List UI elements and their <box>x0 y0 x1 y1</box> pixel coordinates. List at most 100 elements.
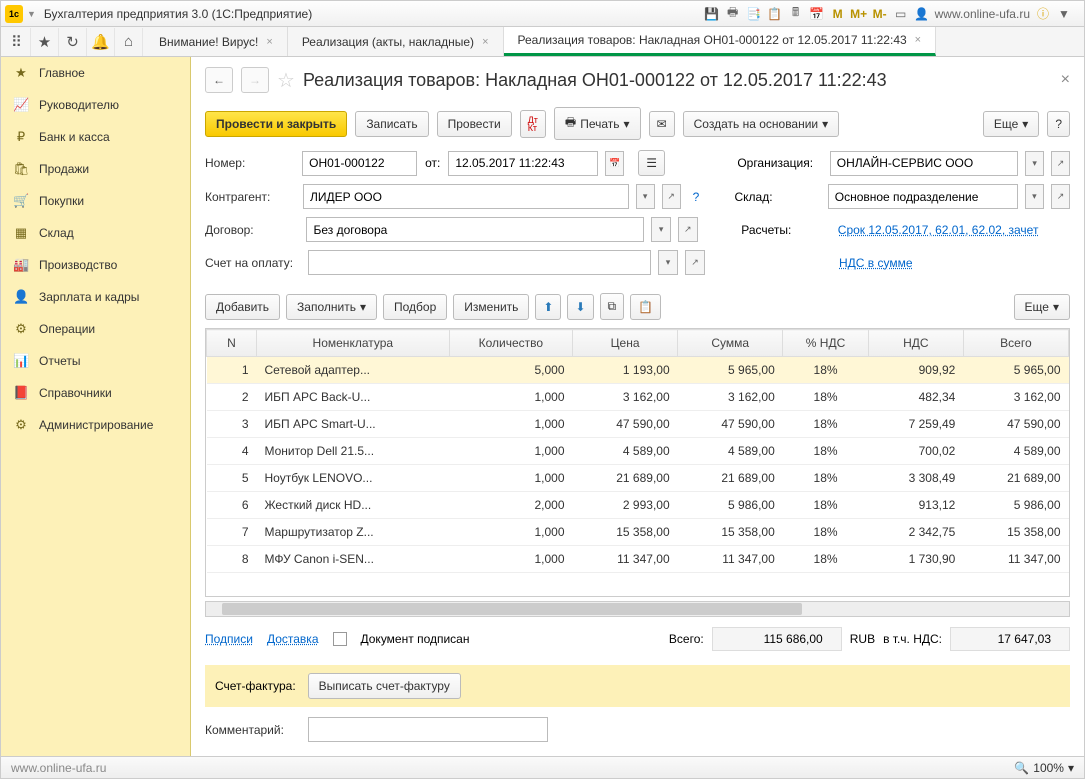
move-down-icon[interactable]: ⬇ <box>567 294 593 320</box>
sidebar-item-3[interactable]: 🛍Продажи <box>1 153 190 185</box>
deliv-link[interactable]: Доставка <box>267 632 319 646</box>
post-button[interactable]: Провести <box>437 111 512 137</box>
inv-field[interactable] <box>308 250 651 275</box>
close-tab-icon[interactable]: × <box>266 36 272 48</box>
calc-link[interactable]: Срок 12.05.2017, 62.01, 62.02, зачет <box>838 223 1070 237</box>
table-row[interactable]: 8МФУ Canon i-SEN...1,00011 347,00 11 347… <box>207 546 1069 573</box>
commit-close-button[interactable]: Провести и закрыть <box>205 111 347 137</box>
calendar-icon[interactable]: 📅 <box>809 6 825 22</box>
dropdown-icon[interactable]: ▼ <box>27 9 36 19</box>
zoom-dd-icon[interactable]: ▾ <box>1068 761 1074 775</box>
print-button[interactable]: 🖶 Печать ▾ <box>554 107 641 140</box>
dtkt-button[interactable]: ДтКт <box>520 110 546 138</box>
compare-icon[interactable]: 📑 <box>746 6 762 22</box>
signed-checkbox[interactable] <box>333 632 347 646</box>
sidebar-item-11[interactable]: ⚙Администрирование <box>1 409 190 441</box>
print-icon[interactable]: 🖶 <box>725 6 741 22</box>
paste-icon[interactable]: 📋 <box>630 294 661 320</box>
close-tab-icon[interactable]: × <box>482 36 488 48</box>
contr-open-icon[interactable]: ↗ <box>662 184 681 209</box>
m-plus-icon[interactable]: M+ <box>851 6 867 22</box>
tbl-more-button[interactable]: Еще ▾ <box>1014 294 1070 320</box>
apps-icon[interactable]: ⠿ <box>3 28 31 56</box>
sidebar-item-2[interactable]: ₽Банк и касса <box>1 121 190 153</box>
sidebar-item-7[interactable]: 👤Зарплата и кадры <box>1 281 190 313</box>
sidebar-item-1[interactable]: 📈Руководителю <box>1 89 190 121</box>
move-up-icon[interactable]: ⬆ <box>535 294 561 320</box>
contr-help-icon[interactable]: ? <box>693 190 700 204</box>
add-button[interactable]: Добавить <box>205 294 280 320</box>
date-field[interactable] <box>448 151 598 176</box>
inv-dd-icon[interactable]: ▾ <box>658 250 678 275</box>
edit-button[interactable]: Изменить <box>453 294 529 320</box>
whs-open-icon[interactable]: ↗ <box>1051 184 1070 209</box>
col-header[interactable]: НДС <box>868 330 963 357</box>
col-header[interactable]: % НДС <box>783 330 869 357</box>
back-button[interactable]: ← <box>205 67 233 93</box>
tab-2[interactable]: Реализация товаров: Накладная ОН01-00012… <box>504 27 937 56</box>
col-header[interactable]: Сумма <box>678 330 783 357</box>
table-row[interactable]: 2ИБП APC Back-U...1,0003 162,00 3 162,00… <box>207 384 1069 411</box>
help-button[interactable]: ? <box>1047 111 1070 137</box>
sidebar-item-10[interactable]: 📕Справочники <box>1 377 190 409</box>
table-row[interactable]: 6Жесткий диск HD...2,0002 993,00 5 986,0… <box>207 492 1069 519</box>
favorite-icon[interactable]: ☆ <box>277 68 295 93</box>
contr-field[interactable] <box>303 184 629 209</box>
home-icon[interactable]: ⌂ <box>115 28 143 56</box>
table-row[interactable]: 7Маршрутизатор Z...1,00015 358,00 15 358… <box>207 519 1069 546</box>
comment-field[interactable] <box>308 717 548 742</box>
clipboard-icon[interactable]: 📋 <box>767 6 783 22</box>
create-based-button[interactable]: Создать на основании ▾ <box>683 111 840 137</box>
items-grid[interactable]: NНоменклатураКоличествоЦенаСумма% НДСНДС… <box>205 328 1070 597</box>
forward-button[interactable]: → <box>241 67 269 93</box>
org-dd-icon[interactable]: ▾ <box>1025 151 1044 176</box>
panel-icon[interactable]: ▭ <box>893 6 909 22</box>
close-doc-icon[interactable]: × <box>1061 71 1070 89</box>
save-button[interactable]: Записать <box>355 111 428 137</box>
history-icon[interactable]: ↻ <box>59 28 87 56</box>
inv-open-icon[interactable]: ↗ <box>685 250 705 275</box>
pick-button[interactable]: Подбор <box>383 294 447 320</box>
sign-link[interactable]: Подписи <box>205 632 253 646</box>
sf-button[interactable]: Выписать счет-фактуру <box>308 673 461 699</box>
table-row[interactable]: 3ИБП APC Smart-U...1,00047 590,00 47 590… <box>207 411 1069 438</box>
m-minus-icon[interactable]: M- <box>872 6 888 22</box>
bell-icon[interactable]: 🔔 <box>87 28 115 56</box>
copy-icon[interactable]: ⧉ <box>600 293 625 320</box>
whs-field[interactable] <box>828 184 1018 209</box>
num-field[interactable] <box>302 151 417 176</box>
tab-0[interactable]: Внимание! Вирус!× <box>145 27 288 56</box>
whs-dd-icon[interactable]: ▾ <box>1025 184 1044 209</box>
org-field[interactable] <box>830 151 1018 176</box>
form-mode-icon[interactable]: ☰ <box>638 150 665 176</box>
sidebar-item-9[interactable]: 📊Отчеты <box>1 345 190 377</box>
calendar-picker-icon[interactable]: 📅 <box>605 151 624 176</box>
tab-1[interactable]: Реализация (акты, накладные)× <box>288 27 504 56</box>
mail-button[interactable]: ✉ <box>649 111 675 137</box>
info-dd-icon[interactable]: ▼ <box>1056 6 1072 22</box>
calc-icon[interactable]: 🖩 <box>788 6 804 22</box>
vat-link[interactable]: НДС в сумме <box>839 256 913 270</box>
sidebar-item-0[interactable]: ★Главное <box>1 57 190 89</box>
col-header[interactable]: Номенклатура <box>257 330 450 357</box>
sidebar-item-8[interactable]: ⚙Операции <box>1 313 190 345</box>
sidebar-item-5[interactable]: ▦Склад <box>1 217 190 249</box>
star-icon[interactable]: ★ <box>31 28 59 56</box>
table-row[interactable]: 5Ноутбук LENOVO...1,00021 689,00 21 689,… <box>207 465 1069 492</box>
dog-field[interactable] <box>306 217 644 242</box>
hscrollbar[interactable] <box>205 601 1070 617</box>
save-icon[interactable]: 💾 <box>704 6 720 22</box>
zoom-icon[interactable]: 🔍 <box>1014 761 1029 775</box>
contr-dd-icon[interactable]: ▾ <box>636 184 655 209</box>
sidebar-item-4[interactable]: 🛒Покупки <box>1 185 190 217</box>
col-header[interactable]: N <box>207 330 257 357</box>
m-plain-icon[interactable]: M <box>830 6 846 22</box>
fill-button[interactable]: Заполнить ▾ <box>286 294 377 320</box>
close-tab-icon[interactable]: × <box>915 34 921 46</box>
org-open-icon[interactable]: ↗ <box>1051 151 1070 176</box>
table-row[interactable]: 4Монитор Dell 21.5...1,0004 589,00 4 589… <box>207 438 1069 465</box>
col-header[interactable]: Цена <box>573 330 678 357</box>
info-icon[interactable]: ⓘ <box>1035 6 1051 22</box>
dog-dd-icon[interactable]: ▾ <box>651 217 671 242</box>
dog-open-icon[interactable]: ↗ <box>678 217 698 242</box>
